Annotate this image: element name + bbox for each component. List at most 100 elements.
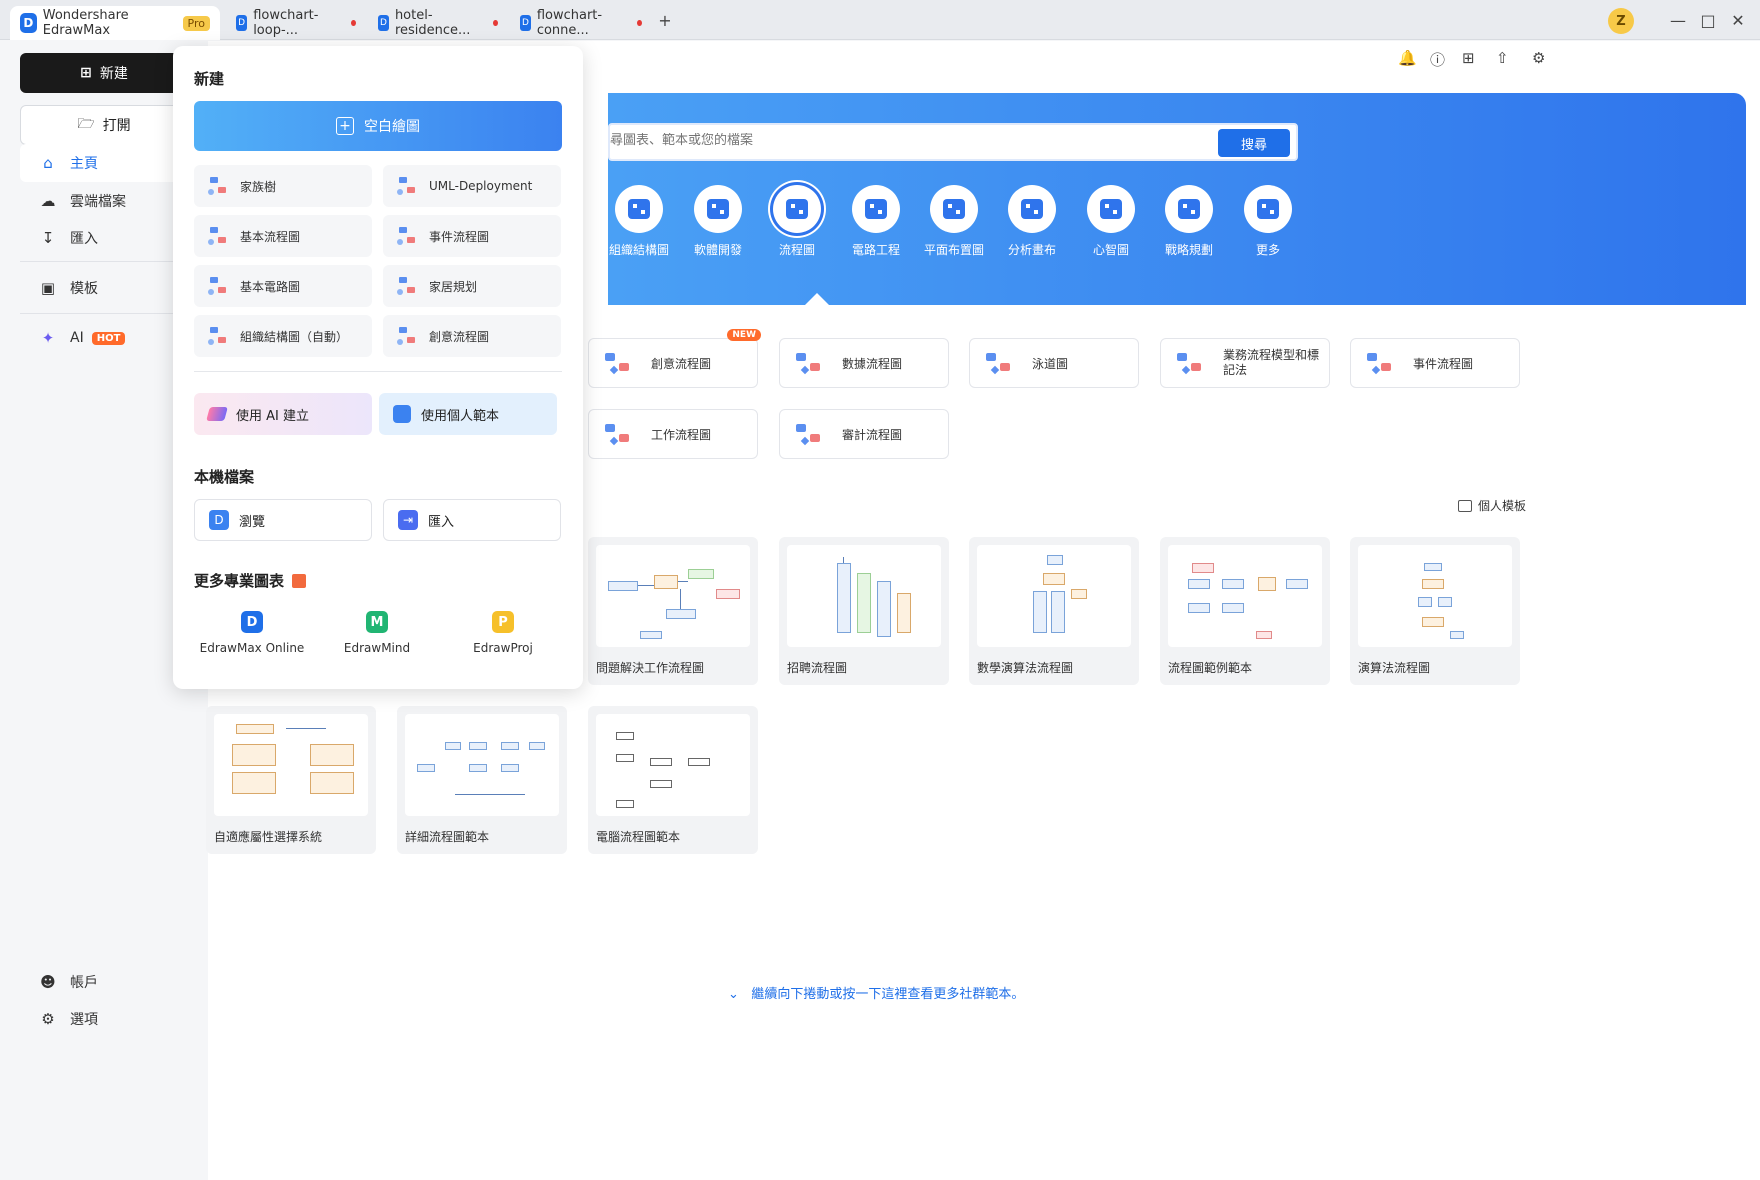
help-icon[interactable]: ⓘ — [1430, 49, 1445, 70]
more-community-templates-link[interactable]: ⌄ 繼續向下捲動或按一下這裡查看更多社群範本。 — [728, 983, 1024, 1002]
shirt-icon[interactable]: ⇧ — [1496, 49, 1509, 67]
open-button[interactable]: 🗁 打開 — [20, 105, 188, 145]
search-input[interactable] — [610, 133, 1170, 148]
sidebar-item-home[interactable]: ⌂ 主頁 — [20, 144, 188, 182]
new-item-basic-flowchart[interactable]: 基本流程圖 — [194, 215, 372, 257]
new-item-org-chart-auto[interactable]: 組織結構圖（自動） — [194, 315, 372, 357]
category-strategy[interactable]: 戰略規劃 — [1149, 185, 1229, 258]
workflow-icon — [603, 420, 637, 448]
new-dropdown-panel: 新建 + 空白繪圖 家族樹 UML-Deployment 基本流程圖 事件流程圖… — [173, 46, 583, 689]
tab-label: flowchart-conne... — [536, 8, 603, 38]
tab-document-2[interactable]: D hotel-residence... — [368, 6, 508, 40]
type-card-event[interactable]: 事件流程圖 — [1350, 338, 1520, 388]
new-item-label: 事件流程圖 — [429, 229, 490, 244]
new-item-uml-deployment[interactable]: UML-Deployment — [383, 165, 561, 207]
template-thumbnail — [977, 545, 1131, 647]
category-circuit[interactable]: 電路工程 — [836, 185, 916, 258]
home-plan-icon — [395, 275, 419, 297]
edrawmax-online-icon: D — [241, 611, 263, 633]
product-edrawmind[interactable]: M EdrawMind — [317, 611, 437, 655]
uml-deployment-icon — [395, 175, 419, 197]
maximize-icon[interactable]: □ — [1696, 8, 1720, 32]
import-button[interactable]: ⇥ 匯入 — [383, 499, 561, 541]
blank-drawing-button[interactable]: + 空白繪圖 — [194, 101, 562, 151]
type-card-label: 業務流程模型和標記法 — [1223, 348, 1320, 377]
product-edrawproj[interactable]: P EdrawProj — [443, 611, 563, 655]
category-more[interactable]: 更多 — [1228, 185, 1308, 258]
template-card[interactable]: 電腦流程圖範本 — [588, 706, 758, 854]
new-item-event-flowchart[interactable]: 事件流程圖 — [383, 215, 561, 257]
new-item-basic-circuit[interactable]: 基本電路圖 — [194, 265, 372, 307]
category-software[interactable]: 軟體開發 — [678, 185, 758, 258]
category-floor-plan[interactable]: 平面布置圖 — [914, 185, 994, 258]
type-card-creative[interactable]: 創意流程圖 NEW — [588, 329, 761, 388]
settings-icon[interactable]: ⚙ — [1532, 49, 1545, 67]
sidebar-item-ai[interactable]: ✦ AI HOT — [20, 319, 188, 357]
ai-logo-icon — [206, 407, 228, 421]
home-icon: ⌂ — [43, 154, 53, 172]
tab-document-3[interactable]: D flowchart-conne... — [510, 6, 652, 40]
new-item-label: UML-Deployment — [429, 179, 533, 193]
sidebar-item-import[interactable]: ↧ 匯入 — [20, 219, 188, 257]
bell-icon[interactable]: 🔔 — [1398, 49, 1417, 67]
unsaved-dot-icon — [637, 20, 642, 26]
avatar[interactable]: Z — [1608, 8, 1634, 34]
template-card[interactable]: 數學演算法流程圖 — [969, 537, 1139, 685]
personal-templates-link[interactable]: 個人模板 — [1458, 497, 1526, 514]
close-icon[interactable]: ✕ — [1726, 8, 1750, 32]
sidebar-item-account[interactable]: ☻ 帳戶 — [20, 963, 188, 1001]
category-mind-map[interactable]: 心智圖 — [1071, 185, 1151, 258]
app-title: Wondershare EdrawMax — [42, 8, 129, 38]
product-edrawmax-online[interactable]: D EdrawMax Online — [192, 611, 312, 655]
tab-app-home[interactable]: D Wondershare EdrawMax Pro — [10, 6, 220, 40]
template-card[interactable]: 演算法流程圖 — [1350, 537, 1520, 685]
personal-template-button[interactable]: 使用個人範本 — [379, 393, 557, 435]
template-label: 詳細流程圖範本 — [405, 830, 490, 844]
pro-badge: Pro — [182, 15, 210, 31]
selection-pointer — [805, 293, 829, 305]
category-analysis[interactable]: 分析畫布 — [992, 185, 1072, 258]
template-card[interactable]: 招聘流程圖 — [779, 537, 949, 685]
template-card[interactable]: 自適應屬性選擇系統 — [206, 706, 376, 854]
type-card-swimlane[interactable]: 泳道圖 — [969, 338, 1139, 388]
more-pro-title: 更多專業圖表 — [194, 570, 307, 591]
new-item-home-plan[interactable]: 家居規划 — [383, 265, 561, 307]
type-card-audit[interactable]: 審計流程圖 — [779, 409, 949, 459]
category-org-chart[interactable]: 組織結構圖 — [599, 185, 679, 258]
template-card[interactable]: 流程圖範例範本 — [1160, 537, 1330, 685]
title-bar: D Wondershare EdrawMax Pro D flowchart-l… — [0, 0, 1760, 40]
new-tab-button[interactable]: + — [653, 8, 677, 32]
template-card[interactable]: 詳細流程圖範本 — [397, 706, 567, 854]
type-card-bpmn[interactable]: 業務流程模型和標記法 — [1160, 338, 1330, 388]
document-icon: D — [520, 15, 531, 31]
template-card[interactable]: 問題解決工作流程圖 — [588, 537, 758, 685]
gift-icon — [292, 574, 307, 588]
apps-grid-icon[interactable]: ⊞ — [1462, 49, 1475, 67]
tab-document-1[interactable]: D flowchart-loop-... — [226, 6, 366, 40]
new-item-creative-flowchart[interactable]: 創意流程圖 — [383, 315, 561, 357]
type-card-data-flow[interactable]: 數據流程圖 — [779, 338, 949, 388]
type-card-workflow[interactable]: 工作流程圖 — [588, 409, 758, 459]
org-chart-icon — [206, 325, 230, 347]
search-button[interactable]: 搜尋 — [1218, 129, 1290, 157]
category-label: 軟體開發 — [693, 243, 742, 257]
divider — [194, 371, 562, 372]
browse-button[interactable]: D 瀏覽 — [194, 499, 372, 541]
new-item-label: 創意流程圖 — [429, 329, 490, 344]
template-thumbnail — [787, 545, 941, 647]
more-grid-icon — [1244, 185, 1292, 233]
new-item-family-tree[interactable]: 家族樹 — [194, 165, 372, 207]
template-label: 電腦流程圖範本 — [596, 830, 681, 844]
panel-title: 新建 — [194, 70, 225, 88]
template-label: 演算法流程圖 — [1358, 661, 1431, 675]
minimize-icon[interactable]: — — [1666, 8, 1690, 32]
sidebar-item-options[interactable]: ⚙ 選項 — [20, 1000, 188, 1038]
ai-create-button[interactable]: 使用 AI 建立 — [194, 393, 372, 435]
sidebar-item-label: AI — [70, 330, 84, 346]
search-bar: 搜尋 — [608, 123, 1298, 161]
sidebar-item-templates[interactable]: ▣ 模板 — [20, 269, 188, 307]
new-button[interactable]: ⊞ 新建 — [20, 53, 188, 93]
sidebar-item-cloud[interactable]: ☁ 雲端檔案 — [20, 182, 188, 220]
category-flowchart[interactable]: 流程圖 — [757, 185, 837, 258]
edrawmax-logo-icon: D — [20, 13, 37, 33]
